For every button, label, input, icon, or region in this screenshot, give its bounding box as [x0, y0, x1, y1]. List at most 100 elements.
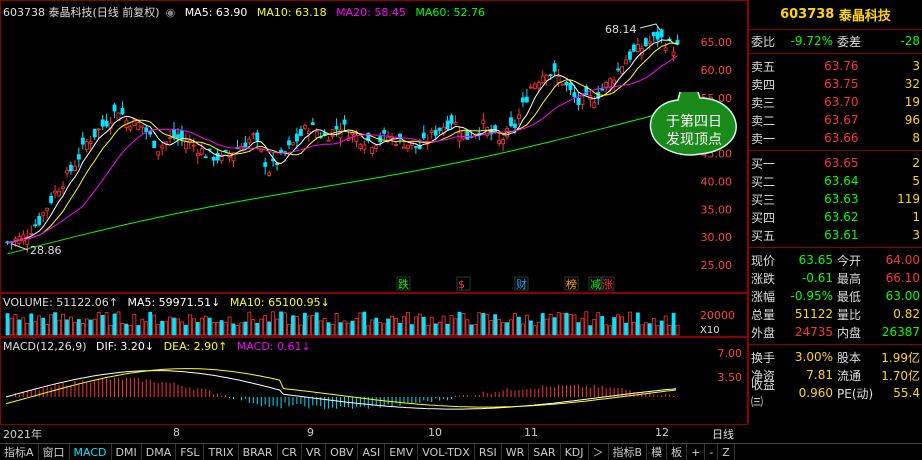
tab-13[interactable]: VOL-TDX [418, 443, 475, 460]
tab-0[interactable]: 指标A [0, 443, 39, 460]
tab-16[interactable]: SAR [529, 443, 561, 460]
volume-bar [45, 324, 50, 336]
tab-6[interactable]: TRIX [204, 443, 239, 460]
volume-bar [160, 320, 165, 336]
tab-1[interactable]: 窗口 [39, 443, 70, 460]
tab-20[interactable]: 模 [647, 443, 668, 460]
tab-9[interactable]: VR [302, 443, 327, 460]
tab-14[interactable]: RSI [475, 443, 502, 460]
tab-5[interactable]: FSL [176, 443, 205, 460]
volume-bar [651, 318, 656, 336]
tab-21[interactable]: 板 [667, 443, 688, 460]
candle-body [342, 119, 347, 125]
tab-8[interactable]: CR [278, 443, 302, 460]
date-label: 9 [307, 426, 314, 439]
volume-bar [628, 311, 632, 336]
tab-19[interactable]: 指标B [609, 443, 648, 460]
tab-22[interactable]: + [687, 443, 706, 460]
tab-7[interactable]: BRAR [239, 443, 278, 460]
candle-body [84, 141, 89, 151]
tab-4[interactable]: DMA [142, 443, 177, 460]
tab-24[interactable]: Z [718, 443, 735, 460]
candle-body [29, 233, 34, 235]
tab-17[interactable]: KDJ [561, 443, 589, 460]
candle-body [199, 148, 204, 155]
buy-label: 买四 [751, 210, 776, 225]
volume-bar [632, 322, 636, 336]
volume-bar [251, 319, 256, 336]
tab-23[interactable]: - [705, 443, 719, 460]
volume-bar [9, 318, 14, 336]
macd-chart[interactable]: 7.00 3.50 [0, 337, 748, 425]
volume-bar [402, 316, 406, 336]
candle-body [620, 66, 624, 74]
candlestick-chart[interactable]: 68.14 28.86 跌 $ 财 榜减涨 [0, 0, 748, 293]
quote-panel: 603738 泰晶科技 委比 -9.72% 委差 -28 卖五 63.76 3 卖四 6… [748, 0, 922, 423]
volume-bar [588, 325, 593, 336]
volume-bar [203, 315, 208, 336]
stat-label: 现价 [751, 253, 776, 268]
volume-bar [437, 321, 442, 336]
event-tag[interactable]: 减 [590, 278, 601, 291]
tab-2[interactable]: MACD [70, 443, 112, 460]
buy-row: 买三 63.63 119 [749, 190, 922, 208]
event-tag[interactable]: 财 [516, 277, 527, 291]
date-label: 2021年 [3, 428, 42, 441]
candle-body [540, 75, 545, 84]
candle-body [501, 139, 505, 145]
event-tag[interactable]: 涨 [602, 278, 613, 291]
volume-bar [600, 316, 605, 336]
volume-bar [124, 323, 129, 336]
volume-bar [291, 315, 295, 336]
candle-body [243, 142, 248, 148]
volume-bar [517, 316, 521, 336]
sell-qty: 32 [904, 77, 920, 91]
volume-bar [568, 313, 573, 336]
volume-bar [259, 318, 264, 336]
stat-label: 收益㈢ [751, 378, 776, 409]
volume-bar [346, 322, 351, 336]
sell-row: 卖四 63.75 32 [749, 75, 922, 93]
event-tag[interactable]: $ [458, 278, 465, 291]
volume-bar [580, 318, 585, 336]
volume-chart[interactable]: 20000 X10 [0, 293, 748, 337]
candle-body [49, 195, 54, 204]
candle-body [429, 130, 434, 133]
volume-bar [528, 320, 533, 336]
volume-bar [172, 317, 176, 336]
price-tick: 35.00 [701, 203, 733, 216]
volume-bar [29, 313, 34, 336]
event-tag[interactable]: 跌 [398, 277, 409, 291]
volume-bar [247, 311, 252, 336]
volume-bar [49, 314, 54, 336]
buy-qty: 119 [897, 192, 920, 206]
volume-bar [576, 322, 581, 336]
stat-label: 总量 [751, 307, 776, 322]
candle-body [112, 104, 117, 112]
stat-value: 26387 [881, 325, 920, 339]
candle-body [449, 115, 454, 124]
buy-label: 买二 [751, 174, 776, 189]
candle-body [406, 144, 410, 150]
tab-11[interactable]: ASI [358, 443, 386, 460]
sell-price: 63.67 [824, 113, 859, 127]
candle-body [287, 140, 291, 146]
stat-value: 3.00% [794, 350, 833, 364]
event-tag[interactable]: 榜 [566, 277, 577, 291]
candle-body [497, 139, 502, 145]
tab-15[interactable]: WR [502, 443, 530, 460]
tab-3[interactable]: DMI [112, 443, 142, 460]
buy-label: 买三 [751, 192, 776, 207]
tab-10[interactable]: OBV [326, 443, 359, 460]
volume-bar [671, 312, 676, 336]
volume-bar [73, 321, 77, 336]
stat-row: 涨幅 -0.95% 最低 63.00 [749, 287, 922, 305]
period-label[interactable]: 日线 [712, 426, 734, 442]
stat-row: 收益㈢ 0.960 PE(动) 55.4 [749, 378, 922, 409]
weibi-label: 委比 [751, 34, 776, 49]
tab-18[interactable]: ＞ [589, 443, 609, 460]
volume-bar [624, 322, 628, 336]
volume-bar [116, 311, 121, 336]
buy-row: 买二 63.64 5 [749, 172, 922, 190]
tab-12[interactable]: EMV [385, 443, 419, 460]
